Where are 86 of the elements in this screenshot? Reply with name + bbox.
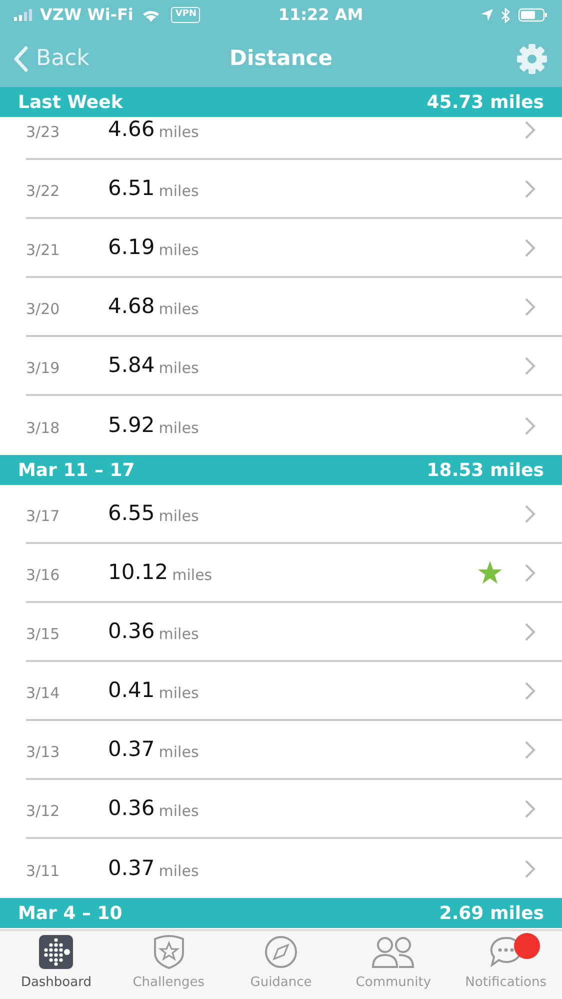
chevron-right-icon bbox=[524, 238, 536, 258]
date-label: 3/11 bbox=[26, 861, 61, 882]
settings-icon bbox=[516, 42, 548, 74]
chevron-right-icon bbox=[524, 622, 536, 642]
day-row[interactable]: 3/15 0.36 miles bbox=[26, 603, 562, 662]
chevron-right-icon bbox=[524, 120, 536, 140]
unit-label: miles bbox=[158, 801, 199, 822]
carrier-name: VZW Wi-Fi bbox=[40, 4, 134, 26]
section-total: 18.53 miles bbox=[426, 458, 544, 482]
day-row[interactable]: 3/18 5.92 miles bbox=[26, 396, 562, 455]
day-row[interactable]: 3/12 0.36 miles bbox=[26, 780, 562, 839]
day-row[interactable]: 3/21 6.19 miles bbox=[26, 219, 562, 278]
status-time: 11:22 AM bbox=[278, 4, 364, 26]
battery-icon bbox=[518, 8, 548, 22]
location-icon bbox=[480, 9, 493, 21]
unit-label: miles bbox=[158, 624, 199, 646]
date-label: 3/13 bbox=[26, 742, 61, 764]
unit-label: miles bbox=[158, 299, 199, 320]
chevron-left-icon bbox=[14, 46, 28, 72]
date-label: 3/18 bbox=[26, 418, 61, 440]
distance-value: 10.12 bbox=[108, 558, 168, 586]
distance-value: 6.55 bbox=[108, 500, 155, 527]
distance-value: 6.19 bbox=[108, 234, 155, 261]
day-row[interactable]: 3/22 6.51 miles bbox=[26, 160, 562, 219]
section-total: 2.69 miles bbox=[439, 902, 544, 926]
day-row[interactable]: 3/20 4.68 miles bbox=[26, 278, 562, 337]
section-title: Mar 4 – 10 bbox=[18, 902, 122, 926]
chevron-right-icon bbox=[524, 562, 536, 582]
distance-value: 4.66 bbox=[108, 117, 155, 143]
unit-label: miles bbox=[158, 861, 199, 882]
date-label: 3/15 bbox=[26, 624, 61, 646]
date-label: 3/17 bbox=[26, 506, 61, 528]
people-icon bbox=[371, 935, 416, 969]
date-label: 3/19 bbox=[26, 358, 61, 380]
chevron-right-icon bbox=[524, 740, 536, 760]
unit-label: miles bbox=[172, 565, 212, 586]
section-title: Last Week bbox=[18, 90, 123, 114]
chevron-right-icon bbox=[524, 178, 536, 198]
compass-icon bbox=[264, 935, 298, 969]
chevron-right-icon bbox=[524, 356, 536, 376]
unit-label: miles bbox=[158, 181, 199, 202]
distance-value: 5.92 bbox=[108, 412, 155, 439]
date-label: 3/20 bbox=[26, 299, 61, 320]
fitness-app-icon bbox=[39, 935, 74, 969]
unit-label: miles bbox=[158, 358, 199, 380]
day-row[interactable]: 3/17 6.55 miles bbox=[26, 485, 562, 544]
distance-value: 5.84 bbox=[108, 352, 155, 379]
distance-value: 0.36 bbox=[108, 618, 155, 645]
date-label: 3/21 bbox=[26, 240, 61, 262]
day-row[interactable]: 3/23 4.66 miles bbox=[26, 117, 562, 160]
distance-value: 6.51 bbox=[108, 174, 155, 202]
chevron-right-icon bbox=[524, 680, 536, 700]
date-label: 3/16 bbox=[26, 565, 61, 586]
settings-button[interactable] bbox=[516, 42, 548, 74]
shield-star-icon bbox=[152, 935, 186, 969]
chevron-right-icon bbox=[524, 416, 536, 436]
day-row[interactable]: 3/19 5.84 miles bbox=[26, 337, 562, 396]
chevron-right-icon bbox=[524, 858, 536, 878]
date-label: 3/12 bbox=[26, 801, 61, 822]
section-total: 45.73 miles bbox=[426, 90, 544, 114]
chevron-right-icon bbox=[524, 798, 536, 818]
unit-label: miles bbox=[158, 240, 199, 262]
chevron-right-icon bbox=[524, 504, 536, 524]
day-row[interactable]: 3/13 0.37 miles bbox=[26, 721, 562, 780]
unit-label: miles bbox=[158, 683, 199, 704]
unit-label: miles bbox=[158, 122, 199, 144]
day-row[interactable]: 3/11 0.37 miles bbox=[26, 839, 562, 898]
screen-title: Distance bbox=[230, 44, 332, 72]
distance-value: 0.37 bbox=[108, 736, 155, 763]
date-label: 3/14 bbox=[26, 683, 61, 704]
vpn-label: VPN bbox=[171, 7, 200, 23]
day-row[interactable]: 3/14 0.41 miles bbox=[26, 662, 562, 721]
day-row[interactable]: 3/16 10.12 miles bbox=[26, 544, 562, 603]
bluetooth-icon bbox=[500, 8, 510, 22]
section-title: Mar 11 – 17 bbox=[18, 458, 135, 482]
date-label: 3/22 bbox=[26, 181, 61, 202]
chevron-right-icon bbox=[524, 296, 536, 316]
date-label: 3/23 bbox=[26, 122, 61, 144]
distance-value: 0.37 bbox=[108, 854, 155, 882]
tab-item[interactable]: Dashboard bbox=[0, 931, 112, 999]
unit-label: miles bbox=[158, 506, 199, 528]
unit-label: miles bbox=[158, 418, 199, 440]
distance-value: 0.36 bbox=[108, 794, 155, 822]
distance-value: 0.41 bbox=[108, 676, 155, 704]
distance-value: 4.68 bbox=[108, 292, 155, 320]
unit-label: miles bbox=[158, 742, 199, 764]
